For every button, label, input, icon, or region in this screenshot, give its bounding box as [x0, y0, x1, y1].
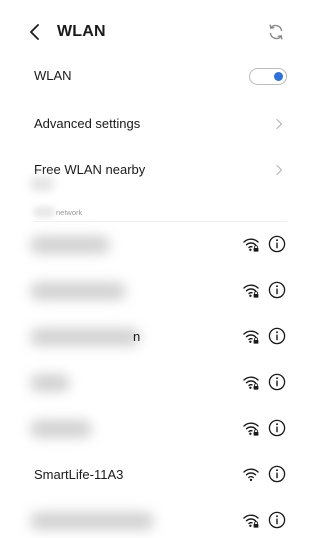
advanced-settings-label: Advanced settings: [34, 116, 141, 131]
redacted-network-name: [30, 512, 154, 530]
redacted-area: [30, 178, 54, 190]
advanced-settings-row[interactable]: Advanced settings: [0, 104, 297, 144]
redacted-network-name: [30, 328, 140, 346]
info-icon[interactable]: [268, 327, 286, 345]
network-row[interactable]: [0, 268, 297, 314]
network-row[interactable]: [0, 406, 297, 452]
wlan-toggle-row[interactable]: WLAN: [0, 56, 297, 96]
back-button[interactable]: [25, 20, 47, 44]
network-row[interactable]: n: [0, 314, 297, 360]
redacted-network-name: [30, 420, 92, 438]
redacted-network-name: [30, 374, 70, 392]
wifi-lock-icon: [243, 238, 259, 252]
chevron-right-icon: [276, 118, 283, 130]
chevron-left-icon: [30, 24, 39, 40]
network-name: n: [133, 329, 141, 344]
refresh-button[interactable]: [266, 22, 286, 42]
wifi-lock-icon: [243, 422, 259, 436]
redacted-section-prefix: [33, 206, 55, 218]
info-icon[interactable]: [268, 281, 286, 299]
chevron-right-icon: [276, 164, 283, 176]
wifi-lock-icon: [243, 284, 259, 298]
refresh-icon: [269, 24, 283, 40]
network-row[interactable]: [0, 222, 297, 268]
info-icon[interactable]: [268, 419, 286, 437]
wifi-lock-icon: [243, 376, 259, 390]
wifi-lock-icon: [243, 514, 259, 528]
page-title: WLAN: [57, 23, 106, 40]
wifi-icon: [243, 468, 259, 482]
free-wlan-label: Free WLAN nearby: [34, 162, 146, 177]
app-header: WLAN: [0, 14, 297, 50]
info-icon[interactable]: [268, 511, 286, 529]
network-name: SmartLife-11A3: [34, 467, 124, 482]
redacted-network-name: [30, 236, 110, 254]
section-label: network: [56, 208, 83, 217]
redacted-network-name: [30, 282, 126, 300]
network-row[interactable]: [0, 498, 297, 538]
info-icon[interactable]: [268, 465, 286, 483]
wifi-lock-icon: [243, 330, 259, 344]
wlan-label: WLAN: [34, 68, 72, 83]
wlan-toggle[interactable]: [249, 68, 287, 85]
network-row[interactable]: [0, 360, 297, 406]
network-row[interactable]: SmartLife-11A3: [0, 452, 297, 498]
wlan-settings-screen: WLAN WLAN Advanced settings Free WLAN ne…: [0, 0, 297, 538]
toggle-knob: [274, 71, 283, 81]
info-icon[interactable]: [268, 235, 286, 253]
info-icon[interactable]: [268, 373, 286, 391]
